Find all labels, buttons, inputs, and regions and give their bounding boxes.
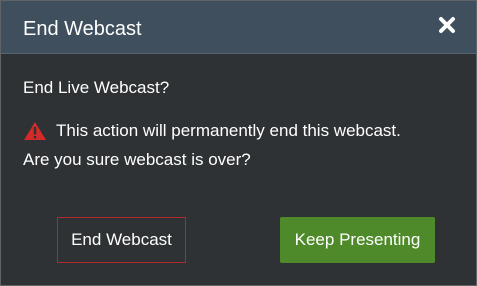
close-icon[interactable] bbox=[437, 15, 457, 35]
dialog-question: End Live Webcast? bbox=[23, 78, 170, 97]
end-webcast-dialog: End Webcast End Live Webcast? This actio… bbox=[0, 0, 477, 286]
confirm-text: Are you sure webcast is over? bbox=[23, 150, 251, 169]
end-webcast-button[interactable]: End Webcast bbox=[57, 217, 186, 263]
warning-text: This action will permanently end this we… bbox=[56, 121, 401, 140]
warning-triangle-icon bbox=[23, 121, 47, 141]
warning-message: This action will permanently end this we… bbox=[23, 120, 401, 142]
keep-presenting-button[interactable]: Keep Presenting bbox=[280, 217, 435, 263]
dialog-title: End Webcast bbox=[23, 18, 142, 40]
dialog-header: End Webcast bbox=[1, 1, 476, 54]
